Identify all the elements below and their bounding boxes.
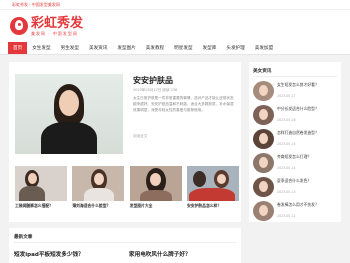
thumb-caption: 薄刘海适合什么脸型？ [72, 203, 111, 208]
article-link[interactable]: 家用电吹风什么牌子好？ [129, 250, 191, 258]
divider [253, 76, 337, 77]
sidebar-item[interactable]: 齐肩短发怎么打理？ 2023-05-14 [253, 153, 339, 173]
nav-item-celebrity[interactable]: 明星发型 [169, 42, 197, 54]
sidebar-item[interactable]: 夏季适合什么发色？ 2023-05-13 [253, 177, 339, 197]
thumb-image [129, 166, 182, 201]
avatar [253, 105, 274, 125]
site-logo[interactable]: 彩虹秀发 美发网 · 中国发型网 [10, 13, 83, 39]
sidebar-item-title: 女生短发怎么剪才好看？ [277, 82, 319, 87]
avatar [253, 153, 274, 173]
thumb-card[interactable]: 工装阔腿裤怎么搭配？ [15, 166, 67, 208]
sidebar-item-title: 中分长发适合什么脸型？ [277, 106, 319, 111]
thumb-caption: 发型图片大全 [129, 203, 153, 208]
article-link[interactable]: 短发ipad平板短发多少钱？ [14, 250, 84, 258]
sidebar-item-title: 夏季适合什么发色？ [277, 178, 312, 183]
thumb-image [15, 166, 67, 201]
nav-item-library[interactable]: 发型库 [198, 42, 222, 54]
thumbnail-row: 工装阔腿裤怎么搭配？ 薄刘海适合什么脸型？ 发型图片大全 安安护肤品怎么样？ [15, 166, 239, 208]
thumb-card[interactable]: 安安护肤品怎么样？ [186, 166, 239, 208]
sidebar-item-date: 2023-05-15 [277, 142, 296, 146]
nav-item-home[interactable]: 首页 [8, 42, 28, 54]
main-nav: 首页 女生发型 男生发型 美发资讯 发型图片 美发教程 明星发型 发型库 头发护… [0, 42, 350, 55]
sidebar-item[interactable]: 卷发棒怎么用才不伤发？ 2023-05-12 [253, 201, 339, 221]
sidebar: 美女资讯 女生短发怎么剪才好看？ 2023-05-17 中分长发适合什么脸型？ … [249, 62, 341, 222]
portrait-body [41, 122, 97, 154]
nav-item-franchise[interactable]: 美发加盟 [250, 42, 278, 54]
site-title: 彩虹秀发 [31, 15, 84, 31]
latest-articles: 最新文章 短发ipad平板短发多少钱？ 家用电吹风什么牌子好？ [9, 228, 241, 263]
sidebar-heading: 美女资讯 [253, 69, 272, 74]
sidebar-item[interactable]: 中分长发适合什么脸型？ 2023-05-16 [253, 105, 339, 125]
nav-item-news[interactable]: 美发资讯 [84, 42, 112, 54]
thumb-image [72, 166, 125, 201]
avatar [253, 177, 274, 197]
sidebar-item-date: 2023-05-14 [277, 166, 296, 170]
top-bar: 彩虹秀发 · 中国发型美发网 [0, 0, 350, 10]
latest-heading: 最新文章 [14, 235, 33, 240]
sidebar-item-date: 2023-05-17 [277, 94, 296, 98]
hero-meta: 2023年05月17日 阅读 236 [133, 88, 178, 92]
thumb-card[interactable]: 发型图片大全 [129, 166, 182, 208]
thumb-image [186, 166, 239, 201]
nav-item-care[interactable]: 头发护理 [221, 42, 249, 54]
sidebar-item-date: 2023-05-12 [277, 214, 296, 218]
featured-panel: 安安护肤品 2023年05月17日 阅读 236 女生日常护肤是一件非常重要的事… [9, 62, 241, 222]
avatar [253, 129, 274, 149]
read-more-link[interactable]: 阅读全文 [133, 134, 147, 139]
portrait-face [59, 90, 79, 116]
avatar [253, 81, 274, 101]
site-header: 彩虹秀发 美发网 · 中国发型网 [0, 10, 350, 42]
thumb-card[interactable]: 薄刘海适合什么脸型？ [72, 166, 125, 208]
logo-mark-icon [10, 17, 28, 35]
sidebar-item-date: 2023-05-13 [277, 190, 296, 194]
thumb-caption: 安安护肤品怎么样？ [186, 203, 222, 208]
hero-image[interactable] [15, 74, 123, 154]
top-bar-text: 彩虹秀发 · 中国发型美发网 [12, 2, 60, 7]
nav-item-tutorials[interactable]: 美发教程 [141, 42, 169, 54]
sidebar-item-title: 怎样打造自然卷发造型？ [277, 130, 319, 135]
sidebar-item[interactable]: 怎样打造自然卷发造型？ 2023-05-15 [253, 129, 339, 149]
sidebar-item-date: 2023-05-16 [277, 118, 296, 122]
nav-item-men[interactable]: 男生发型 [56, 42, 84, 54]
sidebar-item[interactable]: 女生短发怎么剪才好看？ 2023-05-17 [253, 81, 339, 101]
sidebar-item-title: 齐肩短发怎么打理？ [277, 154, 312, 159]
nav-item-pictures[interactable]: 发型图片 [112, 42, 140, 54]
divider [14, 242, 236, 243]
nav-item-women[interactable]: 女生发型 [27, 42, 55, 54]
thumb-caption: 工装阔腿裤怎么搭配？ [15, 203, 53, 208]
sidebar-item-title: 卷发棒怎么用才不伤发？ [277, 202, 319, 207]
site-subtitle: 美发网 · 中国发型网 [31, 30, 78, 36]
avatar [253, 201, 274, 221]
hero-description: 女生日常护肤是一件非常重要的事情，选对产品才能让皮肤状态越来越好。安安护肤品温和… [133, 96, 234, 112]
hero-title[interactable]: 安安护肤品 [133, 75, 173, 86]
